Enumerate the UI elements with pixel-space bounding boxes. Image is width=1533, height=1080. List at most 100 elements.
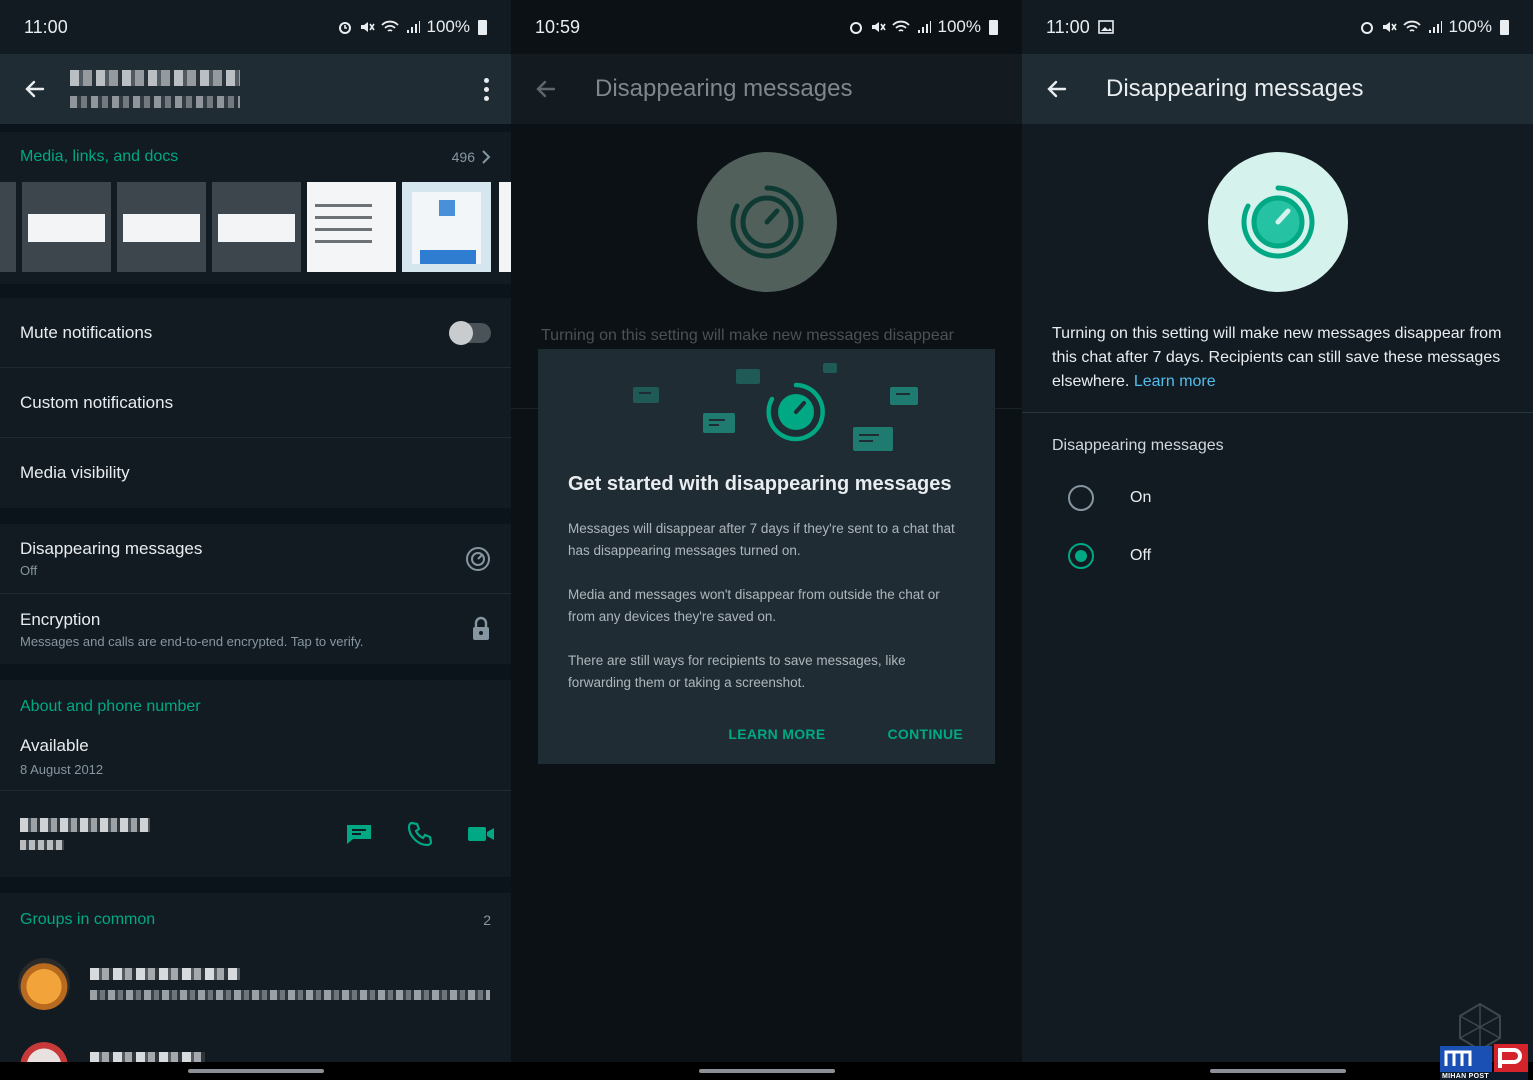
learn-more-link[interactable]: Learn more <box>1134 373 1216 390</box>
page-title: Disappearing messages <box>595 75 853 102</box>
media-thumbnail[interactable] <box>402 182 491 272</box>
about-section: About and phone number Available 8 Augus… <box>0 680 511 777</box>
media-thumbnails <box>0 182 511 272</box>
contact-name-block[interactable] <box>70 70 481 108</box>
back-button[interactable] <box>20 74 50 104</box>
lock-icon <box>473 616 489 640</box>
battery-percent: 100% <box>426 17 470 36</box>
about-label: About and phone number <box>20 698 201 715</box>
disappearing-label: Disappearing messages <box>20 539 203 558</box>
status-icons <box>337 19 421 35</box>
radio-off-selected[interactable] <box>1068 543 1094 569</box>
intro-dialog: Get started with disappearing messages M… <box>538 349 995 764</box>
arrow-left-icon <box>25 80 45 98</box>
disappearing-intro-panel: 10:59 100% Disappearing messages Turning… <box>511 0 1022 1080</box>
media-thumbnail[interactable] <box>0 182 16 272</box>
phone-number-blurred <box>20 818 150 832</box>
mute-icon <box>1382 22 1397 32</box>
media-thumbnail[interactable] <box>212 182 301 272</box>
more-options-button[interactable] <box>481 77 491 101</box>
status-icons <box>1359 19 1443 35</box>
option-on-label: On <box>1130 489 1152 506</box>
disappearing-messages-row[interactable]: Disappearing messages Off <box>0 524 511 594</box>
media-label: Media, links, and docs <box>20 148 179 165</box>
timer-icon <box>730 185 803 259</box>
mute-notifications-row[interactable]: Mute notifications <box>0 298 511 368</box>
dialog-paragraph-1: Messages will disappear after 7 days if … <box>568 521 955 558</box>
image-icon <box>1097 20 1114 34</box>
back-button[interactable] <box>531 74 561 104</box>
phone-row[interactable] <box>0 791 511 877</box>
message-icon[interactable] <box>345 822 373 846</box>
radio-on[interactable] <box>1068 485 1094 511</box>
status-bar: 11:00 100% <box>0 0 511 54</box>
dialog-illustration <box>568 349 965 469</box>
disappearing-value: Off <box>20 563 38 578</box>
mute-icon <box>360 22 375 32</box>
media-thumbnail[interactable] <box>499 182 511 272</box>
mute-icon <box>871 22 886 32</box>
option-off-label: Off <box>1130 547 1152 564</box>
media-thumbnail[interactable] <box>22 182 111 272</box>
signal-icon <box>406 21 420 33</box>
option-off[interactable]: Off <box>1022 527 1533 585</box>
options-label: Disappearing messages <box>1052 437 1224 454</box>
learn-more-button[interactable]: LEARN MORE <box>728 726 825 742</box>
group-item[interactable] <box>0 947 511 1021</box>
arrow-left-icon <box>1047 80 1067 98</box>
media-thumbnail[interactable] <box>117 182 206 272</box>
phone-type-blurred <box>20 840 64 850</box>
status-time: 11:00 <box>1046 16 1090 37</box>
page-title: Disappearing messages <box>1106 75 1364 102</box>
media-count: 496 <box>452 149 491 165</box>
signal-icon <box>1428 21 1442 33</box>
timer-icon <box>1241 185 1314 259</box>
groups-in-common-header: Groups in common 2 <box>0 893 511 947</box>
wifi-icon <box>380 20 399 32</box>
battery-percent: 100% <box>937 17 981 36</box>
timer-icon <box>466 546 490 571</box>
custom-notifications-row[interactable]: Custom notifications <box>0 368 511 438</box>
about-date: 8 August 2012 <box>20 762 104 777</box>
description-text: Turning on this setting will make new me… <box>1052 325 1502 390</box>
divider <box>1022 412 1533 413</box>
mute-toggle[interactable] <box>449 320 491 345</box>
encryption-row[interactable]: Encryption Messages and calls are end-to… <box>0 594 511 664</box>
app-bar: Disappearing messages <box>511 54 1022 124</box>
option-on[interactable]: On <box>1022 469 1533 527</box>
intro-text: Turning on this setting will make new me… <box>541 327 954 344</box>
alarm-icon <box>338 22 351 34</box>
about-status: Available <box>20 736 89 755</box>
disappearing-settings-panel: 11:00 100% Disappearing messages Turning… <box>1022 0 1533 1080</box>
back-button[interactable] <box>1042 74 1072 104</box>
home-indicator[interactable] <box>1209 1069 1346 1073</box>
timer-illustration <box>696 152 837 292</box>
home-indicator[interactable] <box>187 1069 324 1073</box>
home-indicator[interactable] <box>698 1069 835 1073</box>
status-icons <box>848 19 932 35</box>
timer-illustration <box>1207 152 1348 292</box>
status-time: 11:00 <box>24 16 68 37</box>
dialog-paragraph-3: There are still ways for recipients to s… <box>568 653 906 690</box>
mute-notifications-label: Mute notifications <box>20 322 153 342</box>
contact-info-panel: 11:00 100% Media, links, and docs 496 Mu… <box>0 0 511 1080</box>
battery-icon <box>1500 19 1509 35</box>
phone-icon[interactable] <box>407 821 433 847</box>
description: Turning on this setting will make new me… <box>1022 322 1533 394</box>
groups-count: 2 <box>483 912 491 928</box>
media-links-docs[interactable]: Media, links, and docs 496 <box>0 132 511 182</box>
alarm-icon <box>1360 22 1373 34</box>
continue-button[interactable]: CONTINUE <box>887 726 963 742</box>
wifi-icon <box>891 20 910 32</box>
media-visibility-row[interactable]: Media visibility <box>0 438 511 508</box>
wifi-icon <box>1402 20 1421 32</box>
timer-icon <box>766 382 825 442</box>
watermark-text: MIHAN POST <box>1442 1073 1489 1080</box>
custom-notifications-label: Custom notifications <box>20 392 174 412</box>
video-call-icon[interactable] <box>467 824 495 844</box>
dialog-title: Get started with disappearing messages <box>568 473 952 495</box>
alarm-icon <box>849 22 862 34</box>
media-thumbnail[interactable] <box>307 182 396 272</box>
contact-name-blurred <box>70 70 240 86</box>
battery-icon <box>989 19 998 35</box>
